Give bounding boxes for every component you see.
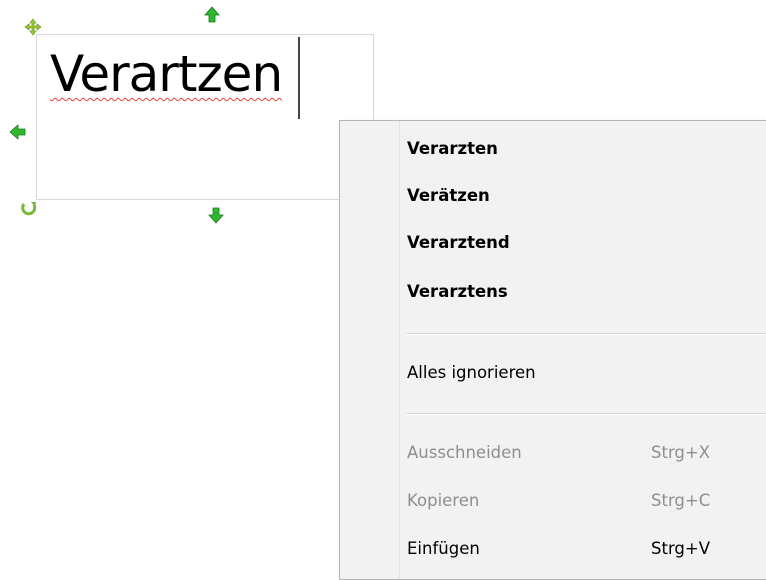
misspelled-word[interactable]: Verartzen: [50, 45, 283, 103]
arrow-up-icon[interactable]: [203, 6, 221, 24]
suggestion-label: Verarzten: [407, 139, 498, 158]
text-box[interactable]: Verartzen: [36, 34, 374, 200]
cut-label: Ausschneiden: [407, 443, 522, 462]
suggestion-label: Verarztens: [407, 282, 508, 301]
arrow-left-icon[interactable]: [9, 123, 27, 141]
copy-item[interactable]: Kopieren Strg+C: [340, 483, 766, 523]
suggestion-label: Verätzen: [407, 186, 490, 205]
suggestion-label: Verarztend: [407, 233, 510, 252]
suggestion-item[interactable]: Verarztens: [340, 274, 766, 314]
cut-item[interactable]: Ausschneiden Strg+X: [340, 435, 766, 475]
text-caret: [298, 37, 300, 119]
copy-shortcut: Strg+C: [651, 491, 711, 510]
copy-label: Kopieren: [407, 491, 480, 510]
paste-item[interactable]: Einfügen Strg+V: [340, 531, 766, 571]
menu-separator: [406, 333, 766, 335]
arrow-down-icon[interactable]: [207, 206, 225, 224]
move-icon[interactable]: [24, 18, 42, 36]
ignore-all-item[interactable]: Alles ignorieren: [340, 355, 766, 395]
paste-shortcut: Strg+V: [651, 539, 711, 558]
rotate-icon[interactable]: [20, 199, 38, 217]
cut-shortcut: Strg+X: [651, 443, 711, 462]
suggestion-item[interactable]: Verarzten: [340, 131, 766, 171]
ignore-all-label: Alles ignorieren: [407, 363, 536, 382]
text-box-content[interactable]: Verartzen: [50, 42, 283, 106]
suggestion-item[interactable]: Verätzen: [340, 178, 766, 218]
spellcheck-context-menu: Verarzten Verätzen Verarztend Verarztens…: [339, 120, 766, 580]
paste-label: Einfügen: [407, 539, 480, 558]
suggestion-item[interactable]: Verarztend: [340, 225, 766, 265]
menu-separator: [406, 413, 766, 415]
